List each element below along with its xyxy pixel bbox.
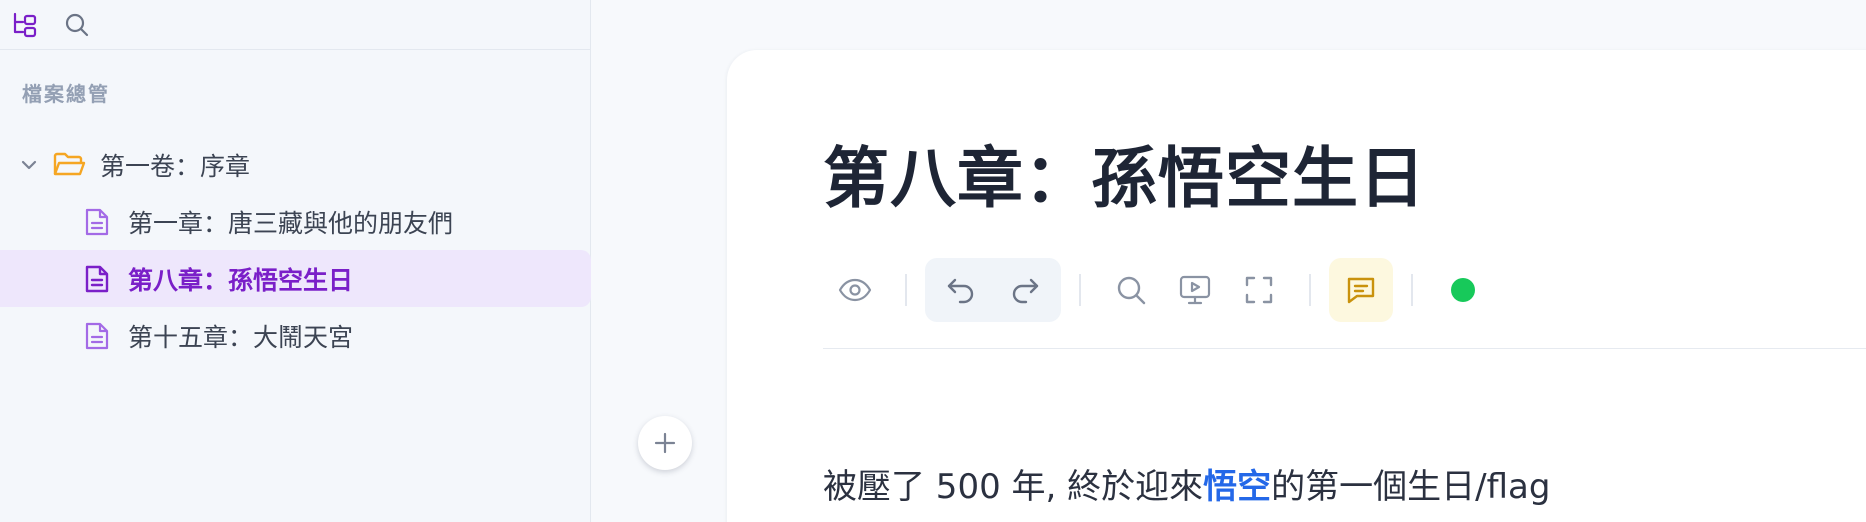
paragraph-text: 的第一個生日/flag [1271,467,1551,507]
fullscreen-icon [1245,276,1273,304]
eye-icon [838,278,872,302]
editor-paragraph[interactable]: 被壓了 500 年, 終於迎來悟空的第一個生日/flag [823,470,1550,504]
plus-icon [654,432,676,454]
comment-icon [1347,277,1375,304]
file-tree-icon[interactable] [10,10,40,40]
search-icon [1117,276,1146,305]
sidebar: 檔案總管 第一卷：序章 第一章：唐三藏與他的朋友們 第八章：孫悟空生日 第十五章… [0,0,591,522]
highlighted-text: 悟空 [1203,467,1272,507]
toolbar-separator [1079,274,1081,306]
fullscreen-button[interactable] [1227,258,1291,322]
redo-icon [1012,278,1039,304]
preview-button[interactable] [823,258,887,322]
toolbar-separator [1411,274,1413,306]
toolbar-separator [905,274,907,306]
editor: 第八章：孫悟空生日 被壓了 500 年, 終於迎來悟空的第一個生日/flag [727,50,1866,522]
find-button[interactable] [1099,258,1163,322]
tree-folder[interactable]: 第一卷：序章 [0,136,591,193]
editor-toolbar [823,256,1475,324]
tree-file-item[interactable]: 第十五章：大鬧天宮 [0,307,591,364]
toolbar-divider [823,348,1866,349]
document-icon [84,264,110,294]
sidebar-toolbar [0,0,590,50]
tree-file-item-active[interactable]: 第八章：孫悟空生日 [0,250,591,307]
undo-icon [947,278,974,304]
undo-button[interactable] [929,258,993,322]
explorer-title: 檔案總管 [22,82,110,106]
sync-status-indicator [1451,278,1475,302]
history-group [925,258,1061,322]
redo-button[interactable] [993,258,1057,322]
file-tree: 第一卷：序章 第一章：唐三藏與他的朋友們 第八章：孫悟空生日 第十五章：大鬧天宮 [0,136,591,364]
page-title[interactable]: 第八章：孫悟空生日 [823,146,1426,212]
tree-file-item[interactable]: 第一章：唐三藏與他的朋友們 [0,193,591,250]
chevron-down-icon[interactable] [18,154,40,176]
paragraph-text: 被壓了 500 年, 終於迎來 [823,467,1204,507]
presentation-icon [1179,275,1211,305]
add-block-button[interactable] [638,416,692,470]
file-label: 第十五章：大鬧天宮 [128,322,354,352]
app: 檔案總管 第一卷：序章 第一章：唐三藏與他的朋友們 第八章：孫悟空生日 第十五章… [0,0,1866,522]
folder-open-icon [52,150,86,180]
search-icon[interactable] [62,10,92,40]
document-icon [84,207,110,237]
file-label: 第八章：孫悟空生日 [128,265,354,295]
comment-button[interactable] [1329,258,1393,322]
document-icon [84,321,110,351]
file-label: 第一章：唐三藏與他的朋友們 [128,208,454,238]
present-button[interactable] [1163,258,1227,322]
toolbar-separator [1309,274,1311,306]
folder-label: 第一卷：序章 [100,151,251,181]
